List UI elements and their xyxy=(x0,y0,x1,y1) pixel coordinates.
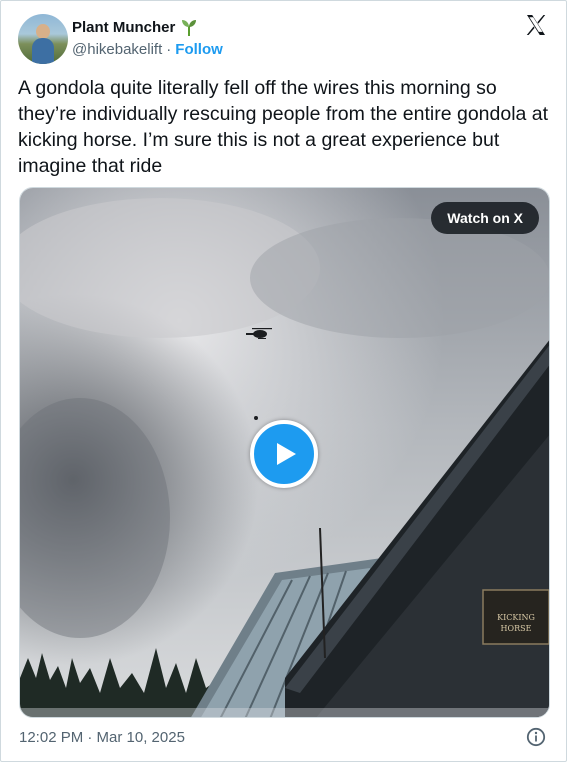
avatar-head xyxy=(36,24,50,39)
author-handle[interactable]: @hikebakelift xyxy=(72,41,162,58)
sign-line-1: KICKING xyxy=(497,613,535,622)
info-icon[interactable] xyxy=(526,727,546,747)
avatar-body xyxy=(32,38,54,64)
tweet-timestamp[interactable]: 12:02 PM · Mar 10, 2025 xyxy=(19,729,185,746)
x-logo-icon[interactable] xyxy=(524,13,548,37)
follow-button[interactable]: Follow xyxy=(175,41,223,58)
play-button[interactable] xyxy=(250,420,318,488)
sprout-icon xyxy=(182,20,197,36)
play-icon xyxy=(277,443,296,465)
video-media[interactable]: KICKING HORSE Watch on X xyxy=(19,187,550,718)
tweet-embed-card: Plant Muncher @hikebakelift · Follow A g… xyxy=(0,0,567,762)
watch-on-x-button[interactable]: Watch on X xyxy=(431,202,539,234)
author-name-line: Plant Muncher xyxy=(72,17,199,37)
sign-line-2: HORSE xyxy=(501,624,532,633)
author-handle-line: @hikebakelift · Follow xyxy=(72,41,223,58)
tweet-text: A gondola quite literally fell off the w… xyxy=(18,77,549,177)
avatar[interactable] xyxy=(18,14,68,64)
author-display-name[interactable]: Plant Muncher xyxy=(72,19,175,36)
handle-separator: · xyxy=(166,41,172,58)
